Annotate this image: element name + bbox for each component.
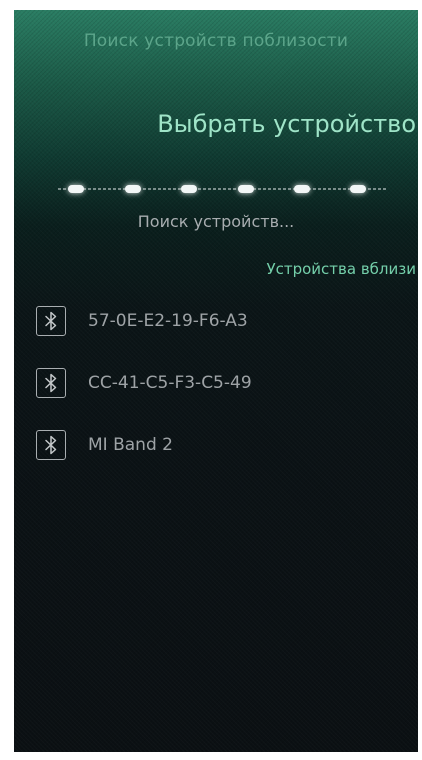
- busy-indicator-dot: [125, 185, 141, 193]
- device-list: 57-0E-E2-19-F6-A3 CC-41-C5-F3-C5-49 MI B…: [36, 306, 418, 492]
- nearby-devices-section-header: Устройства вблизи: [266, 260, 416, 278]
- page-title: Выбрать устройство: [157, 110, 416, 138]
- device-list-item[interactable]: MI Band 2: [36, 430, 418, 460]
- busy-indicator-dot: [181, 185, 197, 193]
- bluetooth-icon: [36, 368, 66, 398]
- busy-indicator-dot: [238, 185, 254, 193]
- device-name: MI Band 2: [88, 435, 173, 455]
- busy-indicator-dot: [350, 185, 366, 193]
- busy-indicator-track: [58, 188, 386, 190]
- bluetooth-icon: [36, 430, 66, 460]
- busy-indicator-dot: [68, 185, 84, 193]
- screenshot-frame: Поиск устройств поблизости Выбрать устро…: [0, 0, 422, 760]
- device-name: 57-0E-E2-19-F6-A3: [88, 311, 248, 331]
- device-list-item[interactable]: CC-41-C5-F3-C5-49: [36, 368, 418, 398]
- busy-indicator: [58, 184, 386, 194]
- search-status-text: Поиск устройств...: [137, 212, 295, 231]
- pulley-menu-title[interactable]: Поиск устройств поблизости: [14, 31, 418, 51]
- bluetooth-icon: [36, 306, 66, 336]
- busy-indicator-dot: [294, 185, 310, 193]
- device-name: CC-41-C5-F3-C5-49: [88, 373, 252, 393]
- app-screen: Поиск устройств поблизости Выбрать устро…: [14, 10, 418, 752]
- device-list-item[interactable]: 57-0E-E2-19-F6-A3: [36, 306, 418, 336]
